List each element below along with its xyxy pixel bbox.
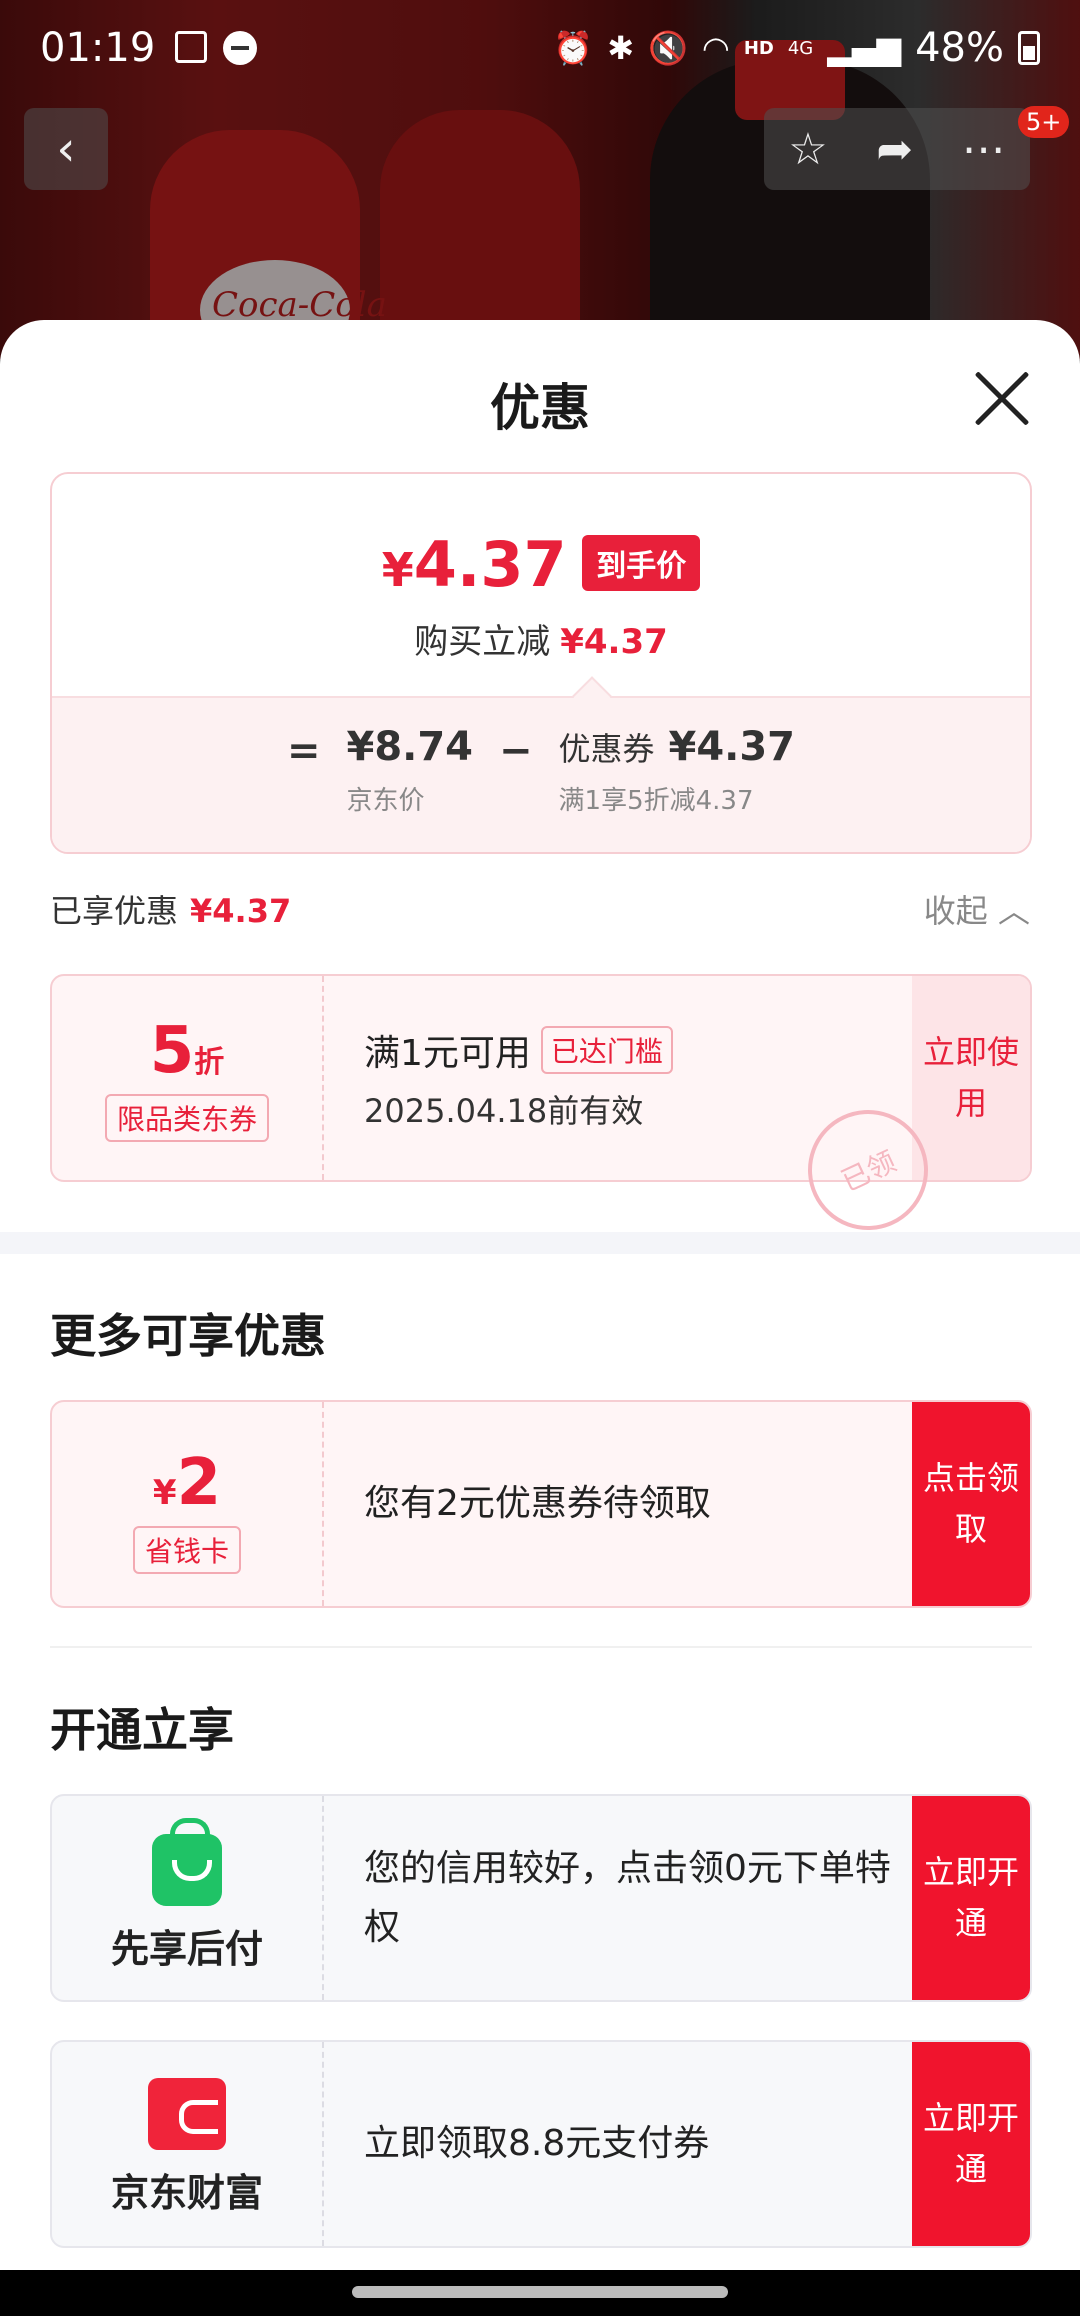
bluetooth-icon: ✱ (607, 29, 635, 67)
claim-button[interactable]: 点击领取 (912, 1402, 1030, 1606)
open-now-button[interactable]: 立即开通 (912, 2042, 1030, 2246)
gallery-icon (175, 31, 208, 63)
collapse-button[interactable]: 收起 ︿ (924, 886, 1030, 932)
saver-card-value: 2 (176, 1446, 222, 1520)
enjoyed-discount: 已享优惠 ¥4.37 (50, 892, 292, 930)
instant-discount: 购买立减 ¥4.37 (414, 622, 668, 662)
sheet-title: 优惠 (490, 379, 590, 437)
open-services-title: 开通立享 (50, 1703, 234, 1757)
signal-icon: ▂▄▆ (827, 29, 902, 67)
final-price-tag: 到手价 (582, 535, 701, 591)
status-bar: 01:19 ⏰ ✱ 🔇 ◠ HD 4G ▂▄▆ 48% (0, 0, 1080, 96)
minus-sign: − (499, 728, 533, 774)
price-formula: = ¥8.74 京东价 − 优惠券 ¥4.37 满1享5折减4.37 (52, 696, 1030, 852)
network-type: 4G (787, 37, 814, 59)
coupon-value: ¥4.37 (668, 724, 796, 770)
coupon-label: 优惠券 (558, 730, 655, 768)
chevron-up-icon: ︿ (997, 892, 1030, 930)
service-name: 京东财富 (110, 2171, 263, 2215)
more-icon[interactable]: ⋯ (962, 124, 1006, 175)
coupon-rule: 满1享5折减4.37 (558, 786, 754, 816)
use-now-button[interactable]: 立即使用 (912, 976, 1030, 1180)
coupon-condition: 满1元可用 (364, 1033, 531, 1074)
message-badge: 5+ (1018, 106, 1070, 138)
status-time: 01:19 (40, 25, 156, 71)
shopping-bag-icon (152, 1818, 222, 1906)
top-actions: ☆ ➦ ⋯ (764, 108, 1030, 190)
service-text: 立即领取8.8元支付券 (364, 2123, 710, 2165)
back-button[interactable]: ‹ (24, 108, 108, 190)
jd-price-label: 京东价 (346, 786, 425, 816)
jd-price: ¥8.74 (346, 724, 474, 770)
equals-sign: = (286, 728, 321, 774)
wifi-icon: ◠ (701, 29, 730, 67)
threshold-reached-tag: 已达门槛 (540, 1026, 673, 1074)
hd-indicator: HD (743, 37, 774, 59)
coupon-validity: 2025.04.18前有效 (364, 1092, 644, 1130)
battery-percent: 48% (915, 25, 1004, 71)
discount-sheet: 优惠 ¥4.37 到手价 购买立减 ¥4.37 = ¥8.74 京东价 − 优惠券… (0, 320, 1080, 2270)
mute-icon: 🔇 (648, 29, 688, 67)
price-summary-card: ¥4.37 到手价 购买立减 ¥4.37 = ¥8.74 京东价 − 优惠券 ¥4… (50, 472, 1032, 854)
saver-card-text: 您有2元优惠券待领取 (364, 1483, 711, 1525)
alarm-icon: ⏰ (553, 29, 594, 67)
share-icon[interactable]: ➦ (876, 124, 913, 175)
final-price: ¥4.37 到手价 (52, 528, 1030, 601)
service-name: 先享后付 (110, 1927, 263, 1971)
service-text: 您的信用较好，点击领0元下单特权 (364, 1847, 891, 1948)
favorite-star-icon[interactable]: ☆ (788, 124, 827, 175)
service-card-pay-later: 先享后付 您的信用较好，点击领0元下单特权 立即开通 (50, 1794, 1032, 2002)
open-now-button[interactable]: 立即开通 (912, 1796, 1030, 2000)
wallet-icon (148, 2078, 226, 2150)
more-discounts-title: 更多可享优惠 (50, 1309, 326, 1363)
service-card-jd-finance: 京东财富 立即领取8.8元支付券 立即开通 (50, 2040, 1032, 2248)
saver-card-coupon: ¥2 省钱卡 您有2元优惠券待领取 点击领取 (50, 1400, 1032, 1608)
coupon-discount-value: 5 (149, 1014, 195, 1088)
chevron-left-icon: ‹ (56, 121, 76, 177)
saver-card-tag: 省钱卡 (132, 1526, 241, 1574)
section-divider (0, 1232, 1080, 1254)
coupon-type-tag: 限品类东券 (104, 1094, 269, 1142)
home-indicator[interactable] (352, 2286, 728, 2298)
do-not-disturb-icon (223, 31, 258, 65)
close-icon[interactable] (972, 368, 1032, 428)
battery-icon (1018, 31, 1040, 65)
